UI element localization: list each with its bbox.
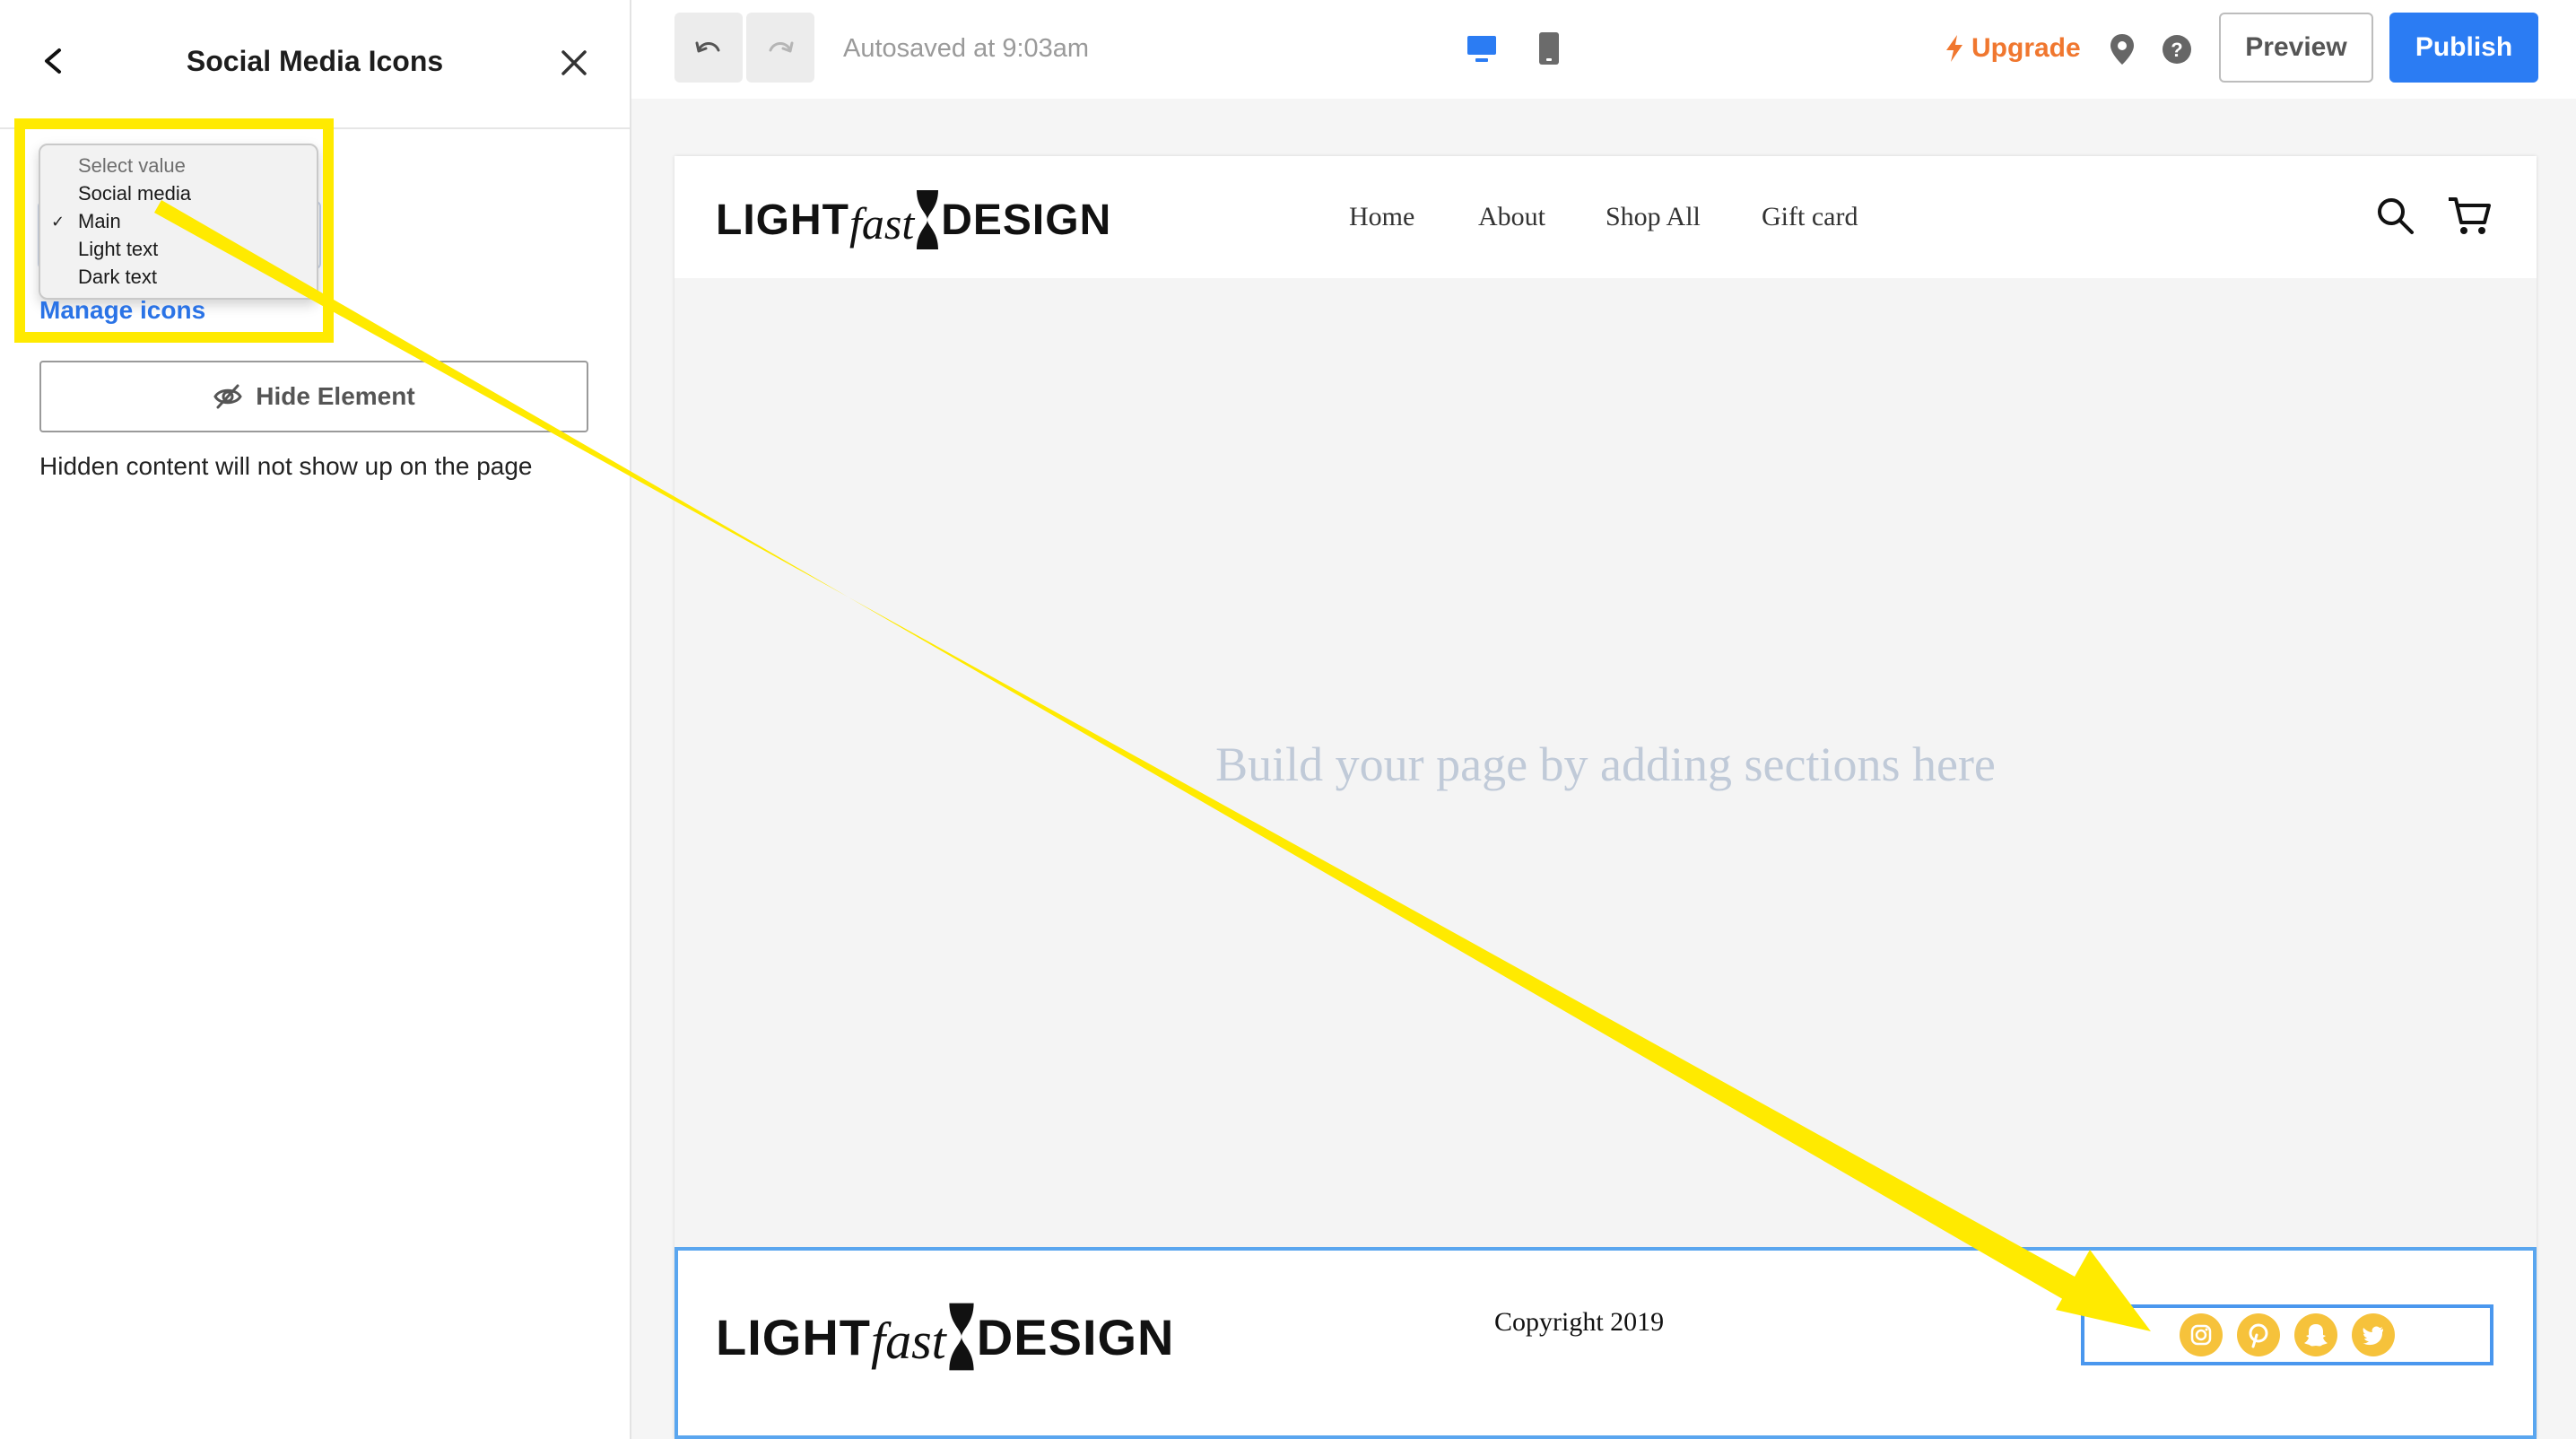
- panel-title: Social Media Icons: [186, 45, 444, 77]
- search-icon[interactable]: [2375, 196, 2415, 235]
- pinterest-icon[interactable]: [2237, 1313, 2280, 1356]
- footer-logo[interactable]: LIGHT fast DESIGN: [716, 1301, 1175, 1373]
- undo-button[interactable]: [674, 13, 743, 83]
- cart-icon[interactable]: [2447, 196, 2492, 237]
- lightning-icon: [1946, 35, 1962, 62]
- redo-button[interactable]: [746, 13, 814, 83]
- dropdown-option-light-text[interactable]: Light text: [78, 236, 158, 263]
- dropdown-option-social-media[interactable]: Social media: [78, 180, 191, 207]
- footer-copyright: Copyright 2019: [1494, 1307, 1665, 1337]
- site-header[interactable]: LIGHT fast DESIGN Home About Shop All Gi…: [674, 156, 2537, 278]
- site-footer[interactable]: LIGHT fast DESIGN Copyright 2019: [674, 1247, 2537, 1439]
- desktop-view-icon[interactable]: [1466, 32, 1498, 65]
- dropdown-placeholder: Select value: [78, 154, 186, 177]
- logo-text-design: DESIGN: [941, 196, 1112, 244]
- editor-toolbar: Autosaved at 9:03am Upgrade ? Preview Pu…: [631, 0, 2576, 100]
- panel-header: Social Media Icons: [0, 0, 630, 129]
- location-pin-icon[interactable]: [2108, 32, 2137, 66]
- svg-text:?: ?: [2171, 39, 2182, 61]
- snapchat-icon[interactable]: [2294, 1313, 2337, 1356]
- hidden-content-note: Hidden content will not show up on the p…: [39, 452, 533, 480]
- nav-about[interactable]: About: [1478, 199, 1545, 235]
- logo-text-light: LIGHT: [716, 1308, 871, 1365]
- hourglass-logo-icon: [917, 190, 939, 249]
- redo-icon: [769, 41, 794, 53]
- autosave-status: Autosaved at 9:03am: [843, 34, 1090, 63]
- social-media-icons-block[interactable]: [2081, 1304, 2493, 1365]
- checkmark-icon: ✓: [51, 213, 65, 231]
- dropdown-option-dark-text[interactable]: Dark text: [78, 264, 157, 291]
- hide-element-label: Hide Element: [256, 382, 415, 410]
- upgrade-label: Upgrade: [1971, 33, 2081, 63]
- manage-icons-link[interactable]: Manage icons: [39, 294, 205, 327]
- upgrade-button[interactable]: Upgrade: [1945, 31, 2081, 66]
- mobile-view-icon[interactable]: [1536, 31, 1562, 66]
- undo-icon: [695, 41, 720, 53]
- nav-home[interactable]: Home: [1349, 199, 1414, 235]
- editor-canvas: LIGHT fast DESIGN Home About Shop All Gi…: [631, 99, 2576, 1439]
- style-dropdown-menu[interactable]: Select value Social media ✓ Main Light t…: [39, 144, 318, 300]
- twitter-icon[interactable]: [2352, 1313, 2395, 1356]
- nav-shop-all[interactable]: Shop All: [1606, 199, 1701, 235]
- publish-button[interactable]: Publish: [2389, 13, 2538, 83]
- hide-element-button[interactable]: Hide Element: [39, 361, 588, 432]
- eye-slash-icon: [213, 384, 243, 409]
- nav-gift-card[interactable]: Gift card: [1762, 199, 1858, 235]
- site-page-preview: LIGHT fast DESIGN Home About Shop All Gi…: [674, 156, 2537, 1439]
- hourglass-logo-icon: [949, 1303, 974, 1371]
- settings-panel: Social Media Icons Select value Social m…: [0, 0, 631, 1439]
- logo-text-fast: fast: [870, 1311, 946, 1370]
- site-logo[interactable]: LIGHT fast DESIGN: [716, 188, 1111, 251]
- close-icon[interactable]: [556, 45, 592, 81]
- logo-text-design: DESIGN: [976, 1308, 1175, 1365]
- preview-button[interactable]: Preview: [2219, 13, 2373, 83]
- logo-text-fast: fast: [849, 198, 915, 249]
- help-icon[interactable]: ?: [2162, 34, 2192, 65]
- logo-text-light: LIGHT: [716, 196, 849, 244]
- dropdown-option-main[interactable]: Main: [78, 208, 121, 235]
- empty-page-placeholder: Build your page by adding sections here: [1215, 737, 1996, 791]
- instagram-icon[interactable]: [2180, 1313, 2223, 1356]
